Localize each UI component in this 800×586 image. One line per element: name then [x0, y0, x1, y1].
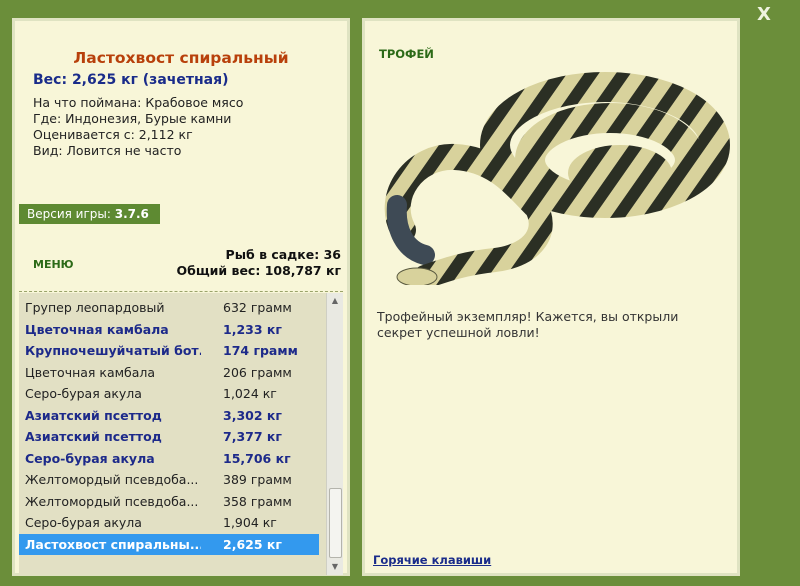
list-scrollbar[interactable]: ▲ ▼	[326, 293, 343, 575]
version-label: Версия игры:	[27, 207, 111, 221]
scroll-down-icon[interactable]: ▼	[327, 559, 343, 575]
fish-count: Рыб в садке: 36	[225, 247, 341, 262]
fish-estimated: Оценивается с: 2,112 кг	[33, 127, 193, 142]
fish-bait: На что поймана: Крабовое мясо	[33, 95, 244, 110]
close-button[interactable]: X	[753, 4, 775, 26]
version-bar: Версия игры: 3.7.6	[19, 204, 160, 224]
list-item[interactable]: Цветочная камбала 206 грамм	[19, 362, 319, 384]
list-item-name: Ластохвост спиральны...	[25, 536, 201, 552]
fish-list[interactable]: Групер леопардовый 632 грамм Цветочная кам…	[19, 293, 343, 575]
list-item-weight: 632 грамм	[223, 300, 292, 315]
list-item[interactable]: Серо-бурая акула 1,024 кг	[19, 383, 319, 405]
list-item-weight: 15,706 кг	[223, 450, 291, 466]
list-item-weight: 358 грамм	[223, 493, 292, 509]
fish-location: Где: Индонезия, Бурые камни	[33, 111, 232, 126]
scroll-up-icon[interactable]: ▲	[327, 293, 343, 309]
list-item[interactable]: Азиатский псеттод 3,302 кг	[19, 405, 319, 427]
list-item[interactable]: Азиатский псеттод 7,377 кг	[19, 426, 319, 448]
trophy-panel: ТРОФЕЙ Трофейный экземпляр! Кажется, вы …	[362, 18, 740, 576]
list-item-name: Желтомордый псевдоба...	[25, 493, 199, 509]
list-item-weight: 2,625 кг	[223, 536, 282, 552]
list-item-weight: 206 грамм	[223, 364, 292, 380]
hotkeys-link[interactable]: Горячие клавиши	[373, 553, 491, 567]
list-item-name: Крупночешуйчатый бот...	[25, 343, 201, 358]
list-item-weight: 174 грамм	[223, 343, 298, 358]
list-item-weight: 1,233 кг	[223, 321, 282, 337]
fish-kind: Вид: Ловится не часто	[33, 143, 182, 158]
list-item-weight: 389 грамм	[223, 472, 292, 487]
total-weight: Общий вес: 108,787 кг	[176, 263, 342, 278]
fish-info-panel: Ластохвост спиральный Вес: 2,625 кг (зач…	[12, 18, 350, 576]
list-item-name: Желтомордый псевдоба...	[25, 472, 199, 487]
version-value: 3.7.6	[114, 207, 149, 221]
list-item-name: Цветочная камбала	[25, 364, 156, 380]
list-item[interactable]: Крупночешуйчатый бот... 174 грамм	[19, 340, 319, 362]
list-item-name: Серо-бурая акула	[25, 450, 155, 466]
list-item[interactable]: Желтомордый псевдоба... 358 грамм	[19, 491, 319, 513]
list-item-weight: 1,904 кг	[223, 515, 277, 530]
menu-button[interactable]: МЕНЮ	[33, 258, 74, 271]
list-item[interactable]: Серо-бурая акула 1,904 кг	[19, 512, 319, 534]
list-item[interactable]: Цветочная камбала 1,233 кг	[19, 319, 319, 341]
list-item-name: Групер леопардовый	[25, 300, 165, 315]
scroll-thumb[interactable]	[329, 488, 342, 558]
list-item-weight: 7,377 кг	[223, 429, 282, 444]
list-item[interactable]: Желтомордый псевдоба... 389 грамм	[19, 469, 319, 491]
fish-weight: Вес: 2,625 кг (зачетная)	[33, 72, 229, 88]
fish-title: Ластохвост спиральный	[73, 49, 289, 67]
list-item[interactable]: Ластохвост спиральны... 2,625 кг	[19, 533, 319, 555]
list-item-name: Азиатский псеттод	[25, 429, 162, 444]
list-item[interactable]: Серо-бурая акула 15,706 кг	[19, 448, 319, 470]
divider	[19, 291, 343, 292]
list-item-name: Серо-бурая акула	[25, 386, 142, 401]
list-item[interactable]: Групер леопардовый 632 грамм	[19, 297, 319, 319]
list-item-weight: 1,024 кг	[223, 386, 277, 401]
list-item-weight: 3,302 кг	[223, 407, 282, 423]
snake-image	[384, 72, 730, 285]
list-item-name: Цветочная камбала	[25, 321, 169, 337]
list-item-name: Серо-бурая акула	[25, 515, 142, 530]
trophy-message: Трофейный экземпляр! Кажется, вы открыли…	[377, 309, 679, 340]
fish-list-rows: Групер леопардовый 632 грамм Цветочная кам…	[19, 297, 319, 555]
list-item-name: Азиатский псеттод	[25, 407, 162, 423]
